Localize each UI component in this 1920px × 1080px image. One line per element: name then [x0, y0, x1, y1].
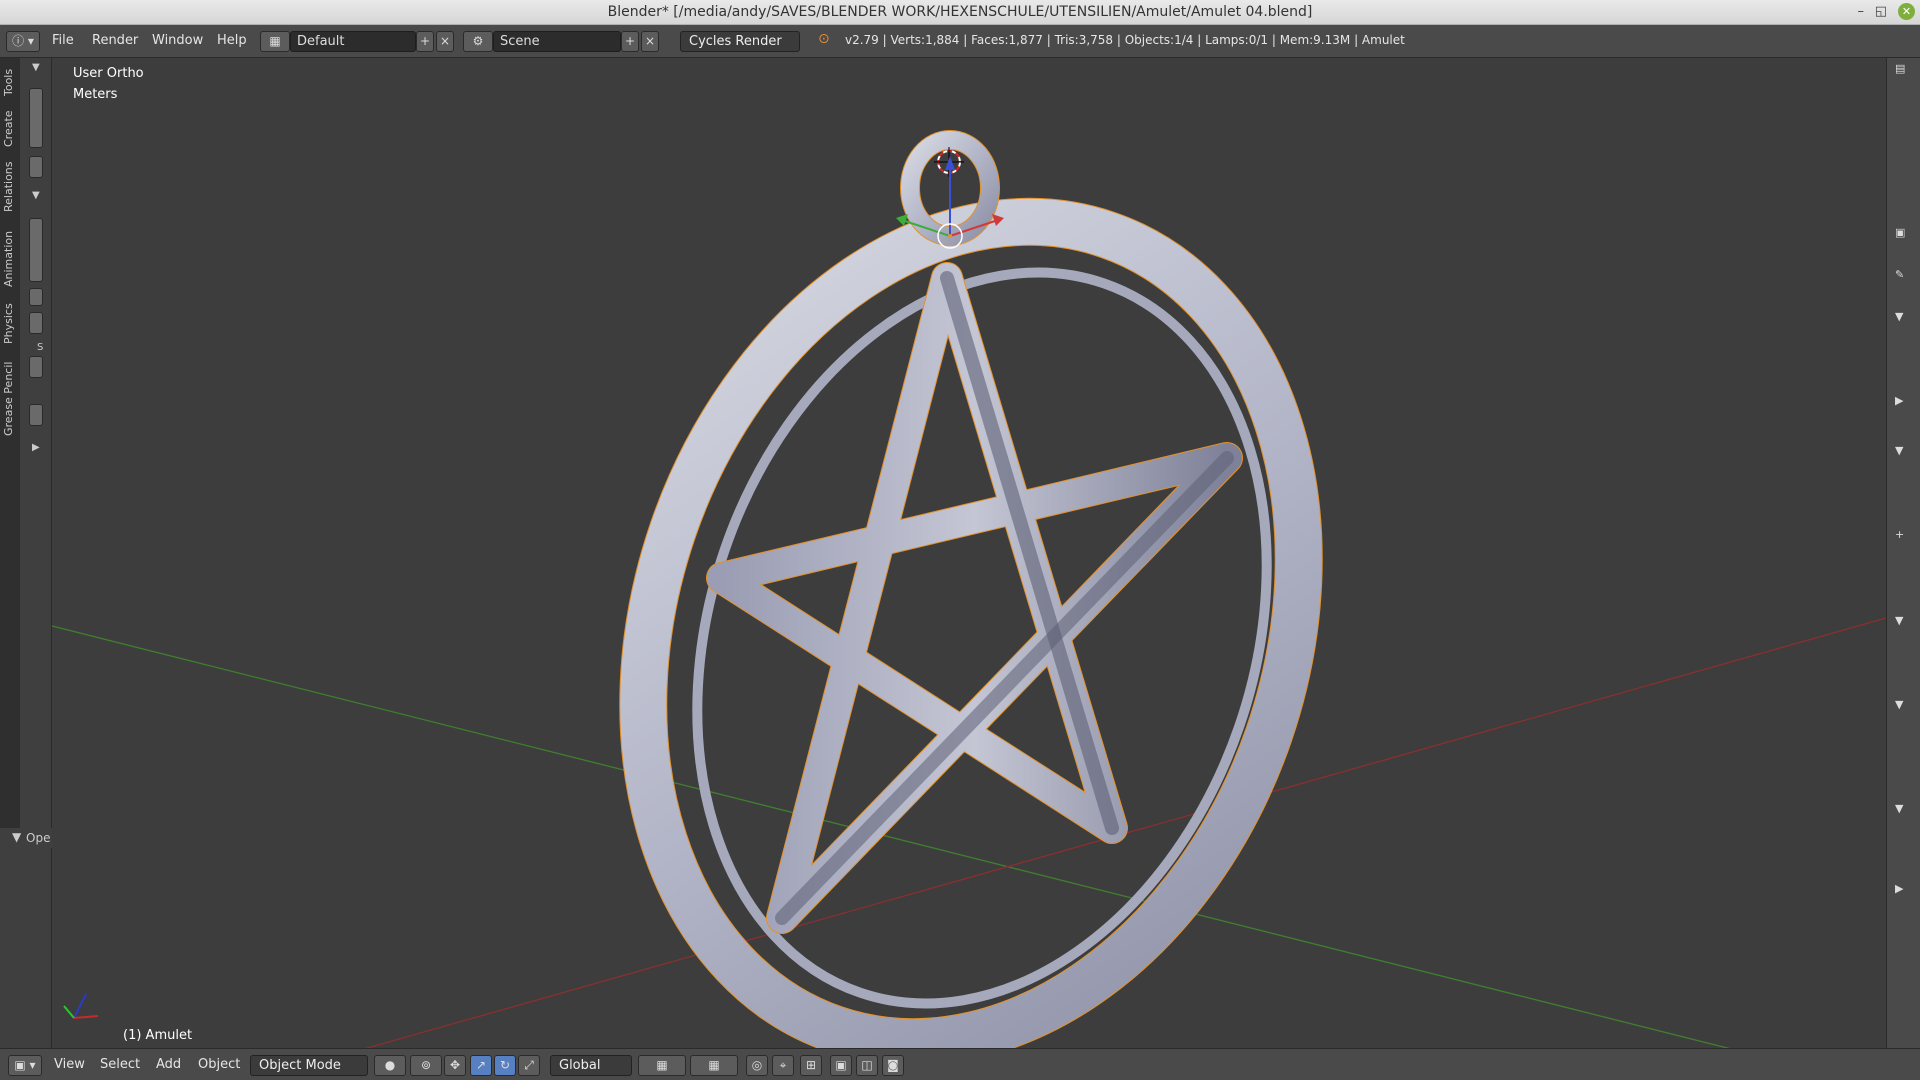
tab-create[interactable]: Create — [2, 106, 18, 152]
menu-select[interactable]: Select — [100, 1057, 140, 1072]
scene-statistics: v2.79 | Verts:1,884 | Faces:1,877 | Tris… — [845, 33, 1405, 47]
snap-target-icon[interactable]: ⊞ — [800, 1055, 822, 1076]
close-icon[interactable]: ✕ — [1898, 3, 1915, 20]
mode-select[interactable]: Object Mode — [250, 1055, 368, 1076]
outliner-icon[interactable]: ▤ — [1895, 62, 1905, 75]
tool-button-group[interactable] — [29, 218, 43, 282]
view-name: User Ortho — [73, 66, 144, 81]
snap-icon[interactable]: ⌖ — [772, 1055, 794, 1076]
3d-viewport[interactable]: User Ortho Meters (1) Amulet — [52, 58, 1886, 1048]
tab-physics[interactable]: Physics — [2, 298, 18, 350]
menu-object[interactable]: Object — [198, 1057, 240, 1072]
pivot-icon[interactable]: ⊚ — [410, 1055, 442, 1076]
menu-file[interactable]: File — [52, 33, 74, 48]
panel-collapse-icon[interactable]: ▼ — [1895, 310, 1903, 323]
window-titlebar: Blender* [/media/andy/SAVES/BLENDER WORK… — [0, 0, 1920, 25]
menu-render[interactable]: Render — [92, 33, 138, 48]
active-object-label: (1) Amulet — [123, 1028, 193, 1043]
operator-panel-label: Ope — [26, 831, 51, 845]
tab-animation[interactable]: Animation — [2, 224, 18, 294]
screen-layout-icon[interactable]: ▦ — [260, 31, 290, 52]
panel-collapse-icon[interactable]: ▼ — [32, 190, 40, 201]
view-axis-gizmo — [63, 993, 99, 1019]
s-label: S — [37, 342, 44, 353]
restore-icon[interactable]: ◱ — [1875, 4, 1887, 19]
panel-collapse-icon[interactable]: ▼ — [1895, 802, 1903, 815]
panel-collapse-icon[interactable]: ▼ — [1895, 614, 1903, 627]
right-side-panel: ▤ ▣ ✎ ▼ ▶ ▼ + ▼ ▼ ▼ ▶ — [1886, 58, 1920, 1048]
scene-name-field[interactable]: Scene — [493, 31, 621, 52]
units-label: Meters — [73, 87, 118, 102]
tab-grease-pencil[interactable]: Grease Pencil — [2, 354, 18, 444]
panel-expand-icon[interactable]: ▶ — [1895, 394, 1903, 407]
panel-collapse-icon[interactable]: ▼ — [32, 62, 40, 73]
render-preview-icon[interactable]: ▣ — [830, 1055, 852, 1076]
menu-window[interactable]: Window — [152, 33, 203, 48]
translate-icon[interactable]: ↗ — [470, 1055, 492, 1076]
amulet-mesh[interactable] — [536, 130, 1405, 1048]
tool-shelf-tabs: Tools Create Relations Animation Physics… — [0, 58, 20, 828]
properties-icon[interactable]: ▣ — [1895, 226, 1905, 239]
layers-icon[interactable]: ▦ — [690, 1055, 738, 1076]
rotate-icon[interactable]: ↻ — [494, 1055, 516, 1076]
layout-name-field[interactable]: Default — [290, 31, 416, 52]
tool-button-group[interactable] — [29, 88, 43, 148]
remove-scene-icon[interactable]: × — [641, 31, 659, 52]
panel-expand-icon[interactable]: ▶ — [32, 442, 40, 453]
y-axis-line — [52, 625, 1730, 1048]
tool-button[interactable] — [29, 288, 43, 306]
zoom-in-icon[interactable]: + — [1895, 528, 1904, 541]
menu-add[interactable]: Add — [156, 1057, 181, 1072]
manipulator-icon[interactable]: ✥ — [444, 1055, 466, 1076]
info-header: ⓘ ▾ File Render Window Help ▦ Default + … — [0, 25, 1920, 58]
add-scene-icon[interactable]: + — [621, 31, 639, 52]
operator-panel-header[interactable]: ▼ Ope — [0, 828, 52, 848]
tool-stepper[interactable] — [29, 312, 43, 334]
info-icon[interactable]: ⓘ ▾ — [6, 31, 40, 52]
remove-layout-icon[interactable]: × — [436, 31, 454, 52]
layers-icon[interactable]: ▦ — [638, 1055, 686, 1076]
scene-icon[interactable]: ⚙ — [463, 31, 493, 52]
panel-expand-icon[interactable]: ▶ — [1895, 882, 1903, 895]
solid-sphere-icon[interactable]: ● — [374, 1055, 406, 1076]
tab-relations[interactable]: Relations — [2, 156, 18, 218]
tool-button[interactable] — [29, 404, 43, 426]
camera-icon[interactable]: ◙ — [882, 1055, 904, 1076]
proportional-edit-icon[interactable]: ◎ — [746, 1055, 768, 1076]
panel-collapse-icon[interactable]: ▼ — [1895, 698, 1903, 711]
menu-view[interactable]: View — [54, 1057, 85, 1072]
3d-view-header: ▣ ▾ View Select Add Object Object Mode ●… — [0, 1048, 1920, 1080]
panel-collapse-icon[interactable]: ▼ — [1895, 444, 1903, 457]
tab-tools[interactable]: Tools — [2, 62, 18, 102]
tool-button[interactable] — [29, 356, 43, 378]
scale-icon[interactable]: ⤢ — [518, 1055, 540, 1076]
orientation-select[interactable]: Global — [550, 1055, 632, 1076]
editor-type-icon[interactable]: ▣ ▾ — [8, 1055, 42, 1076]
window-title: Blender* [/media/andy/SAVES/BLENDER WORK… — [607, 4, 1313, 20]
tool-button[interactable] — [29, 156, 43, 178]
viewport-canvas — [52, 130, 1886, 1048]
add-layout-icon[interactable]: + — [416, 31, 434, 52]
opengl-render-icon[interactable]: ◫ — [856, 1055, 878, 1076]
tool-icon[interactable]: ✎ — [1895, 268, 1904, 281]
menu-help[interactable]: Help — [217, 33, 247, 48]
chevron-down-icon: ▼ — [12, 830, 22, 844]
minimize-icon[interactable]: – — [1858, 4, 1865, 19]
blender-logo-icon: ⊙ — [818, 31, 830, 47]
render-engine-select[interactable]: Cycles Render — [680, 31, 800, 52]
